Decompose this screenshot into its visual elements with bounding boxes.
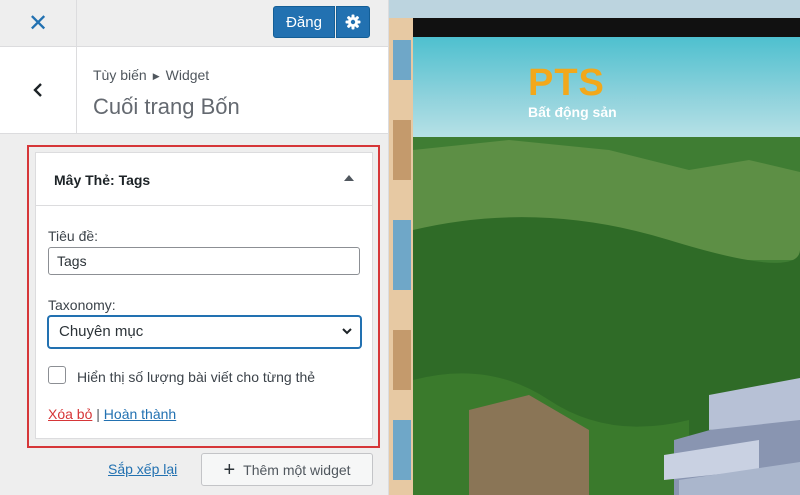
breadcrumb-child: Widget [165,67,210,83]
gear-icon [345,14,361,30]
back-button[interactable] [0,47,77,133]
site-header [413,37,800,137]
section-title: Cuối trang Bốn [93,94,240,119]
site-preview[interactable]: PTS Bất động sản [389,0,800,495]
customizer-panel: ✕ Đăng Tùy biến ▶ Widget Cuối trang Bốn … [0,0,389,495]
publish-button[interactable]: Đăng [273,6,335,38]
reorder-link[interactable]: Sắp xếp lại [108,461,177,477]
breadcrumb-separator-icon: ▶ [152,71,160,81]
site-name[interactable]: PTS [528,62,605,105]
chevron-left-icon [33,83,42,97]
section-header: Tùy biến ▶ Widget Cuối trang Bốn [0,47,388,134]
site-tagline: Bất động sản [528,104,617,120]
close-customizer-button[interactable]: ✕ [0,0,77,46]
plus-icon: + [223,458,236,481]
add-widget-button[interactable]: + Thêm một widget [201,453,373,486]
add-widget-label: Thêm một widget [243,461,351,478]
breadcrumb-parent: Tùy biến [93,67,147,83]
site-top-bar [413,18,800,37]
highlight-frame [27,145,380,448]
publish-settings-button[interactable] [336,6,370,38]
breadcrumb: Tùy biến ▶ Widget [93,67,209,83]
close-icon: ✕ [27,9,49,37]
customizer-topbar: ✕ Đăng [0,0,388,47]
